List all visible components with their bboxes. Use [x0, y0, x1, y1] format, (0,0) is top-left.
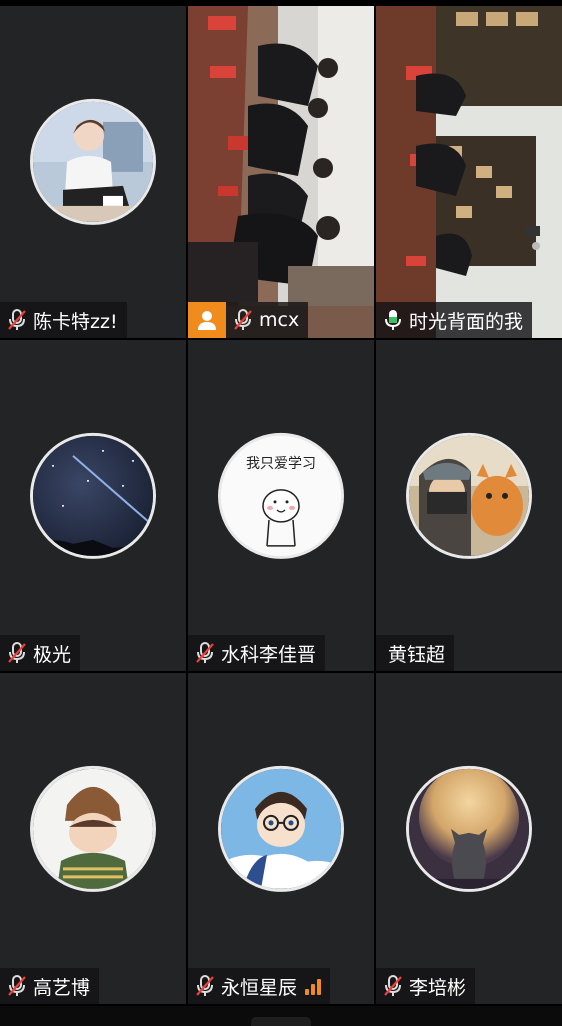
mic-muted-icon	[382, 974, 404, 998]
participant-name: 水科李佳晋	[221, 643, 317, 666]
participant-name-label: 永恒星辰	[188, 968, 331, 1004]
participant-avatar	[30, 432, 156, 559]
mic-muted-icon	[194, 641, 216, 665]
participant-video	[188, 6, 374, 338]
participant-tile[interactable]: 极光	[0, 340, 186, 671]
participant-name-label: 高艺博	[0, 968, 100, 1004]
person-icon	[198, 311, 216, 330]
participant-name-label: 李培彬	[376, 968, 476, 1004]
mic-muted-icon	[6, 308, 28, 332]
participant-name-label: 时光背面的我	[376, 302, 533, 338]
participant-name: 永恒星辰	[221, 976, 298, 999]
participant-name-label: 黄钰超	[376, 635, 455, 671]
mic-muted-icon	[194, 974, 216, 998]
participant-tile[interactable]: 高艺博	[0, 673, 186, 1004]
weak-signal-icon	[305, 977, 322, 995]
home-indicator[interactable]	[251, 1017, 311, 1026]
participant-name: 李培彬	[409, 976, 467, 999]
participant-name-label: 水科李佳晋	[188, 635, 326, 671]
participant-avatar: 我只爱学习	[218, 432, 344, 559]
participant-name-label: 陈卡特zz!	[0, 302, 127, 338]
participant-avatar	[406, 765, 532, 892]
participant-tile[interactable]: 永恒星辰	[188, 673, 374, 1004]
participant-name: 陈卡特zz!	[33, 310, 118, 333]
avatar-caption: 我只爱学习	[246, 455, 316, 471]
mic-muted-icon	[232, 308, 254, 332]
participant-avatar	[30, 98, 156, 225]
participant-name: 时光背面的我	[409, 310, 524, 333]
participant-name: 极光	[33, 643, 72, 666]
mic-active-icon	[382, 308, 404, 332]
participant-tile[interactable]: 时光背面的我	[376, 6, 562, 338]
participant-tile[interactable]: 我只爱学习 水科李佳晋	[188, 340, 374, 671]
participant-name: 黄钰超	[388, 643, 446, 666]
mic-muted-icon	[6, 974, 28, 998]
participant-name-label: 极光	[0, 635, 81, 671]
participant-grid: 陈卡特zz! mcx 时光背面的我 极光 我只爱学习 水科李佳晋 黄钰超 高艺博…	[0, 6, 562, 1006]
mic-muted-icon	[6, 641, 28, 665]
participant-name: 高艺博	[33, 976, 91, 999]
participant-avatar	[218, 765, 344, 892]
participant-tile[interactable]: 黄钰超	[376, 340, 562, 671]
participant-name: mcx	[259, 309, 300, 331]
participant-tile[interactable]: mcx	[188, 6, 374, 338]
participant-name-label: mcx	[226, 302, 309, 338]
participant-tile[interactable]: 陈卡特zz!	[0, 6, 186, 338]
participant-video	[376, 6, 562, 338]
participant-avatar	[406, 432, 532, 559]
host-badge	[188, 302, 226, 338]
participant-avatar	[30, 765, 156, 892]
participant-tile[interactable]: 李培彬	[376, 673, 562, 1004]
